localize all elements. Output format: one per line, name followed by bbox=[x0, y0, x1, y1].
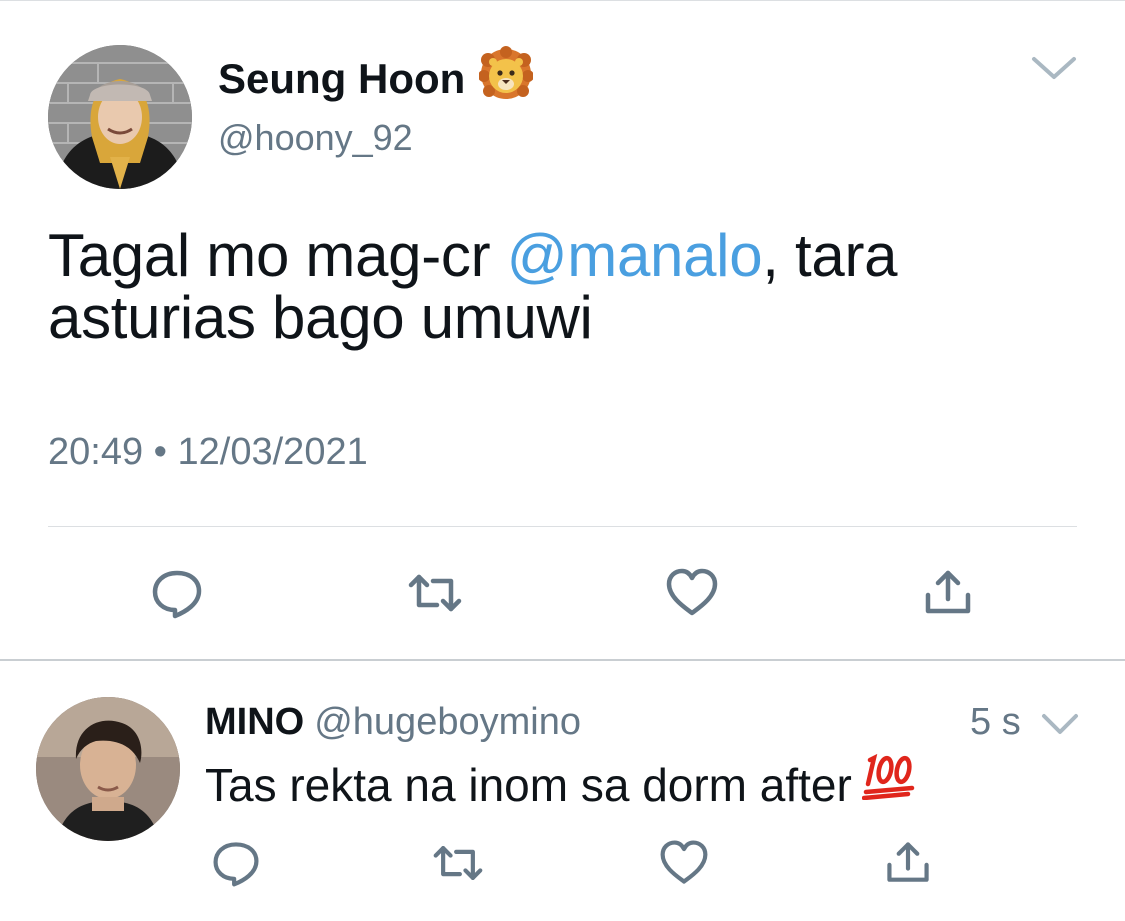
lion-face-emoji bbox=[478, 46, 535, 110]
avatar-photo bbox=[48, 45, 192, 189]
reply-icon[interactable] bbox=[210, 837, 262, 889]
top-divider bbox=[0, 0, 1125, 1]
reply-display-name[interactable]: MINO bbox=[205, 701, 304, 743]
reply-timestamp: 5 s bbox=[970, 701, 1021, 743]
tweet-date: 12/03/2021 bbox=[177, 431, 368, 473]
avatar[interactable] bbox=[48, 45, 192, 189]
mention-link[interactable]: @manalo bbox=[507, 222, 763, 289]
chevron-down-icon[interactable] bbox=[1040, 710, 1080, 738]
retweet-icon[interactable] bbox=[407, 565, 463, 621]
share-icon[interactable] bbox=[882, 837, 934, 889]
reply-handle[interactable]: @hugeboymino bbox=[314, 701, 581, 743]
tweet-divider bbox=[0, 659, 1125, 661]
tweet-time: 20:49 bbox=[48, 431, 144, 473]
reply-text-content: Tas rekta na inom sa dorm after bbox=[205, 759, 852, 811]
display-name[interactable]: Seung Hoon bbox=[218, 46, 535, 110]
like-icon[interactable] bbox=[658, 837, 710, 889]
tweet-text: Tagal mo mag-cr @manalo, tara asturias b… bbox=[48, 225, 1088, 349]
reply-header: MINO @hugeboymino bbox=[205, 700, 581, 744]
tweet-text-before: Tagal mo mag-cr bbox=[48, 222, 507, 289]
retweet-icon[interactable] bbox=[432, 837, 484, 889]
reply-avatar[interactable] bbox=[36, 697, 180, 841]
tweet-timestamp[interactable]: 20:49 • 12/03/2021 bbox=[48, 430, 368, 474]
user-handle[interactable]: @hoony_92 bbox=[218, 117, 413, 159]
share-icon[interactable] bbox=[920, 565, 976, 621]
like-icon[interactable] bbox=[664, 565, 720, 621]
meta-separator: • bbox=[153, 431, 167, 473]
reply-text: Tas rekta na inom sa dorm after bbox=[205, 753, 916, 811]
hundred-points-emoji bbox=[861, 750, 916, 810]
action-divider bbox=[48, 526, 1077, 527]
chevron-down-icon[interactable] bbox=[1030, 53, 1078, 83]
reply-avatar-photo bbox=[36, 697, 180, 841]
reply-icon[interactable] bbox=[149, 565, 205, 621]
